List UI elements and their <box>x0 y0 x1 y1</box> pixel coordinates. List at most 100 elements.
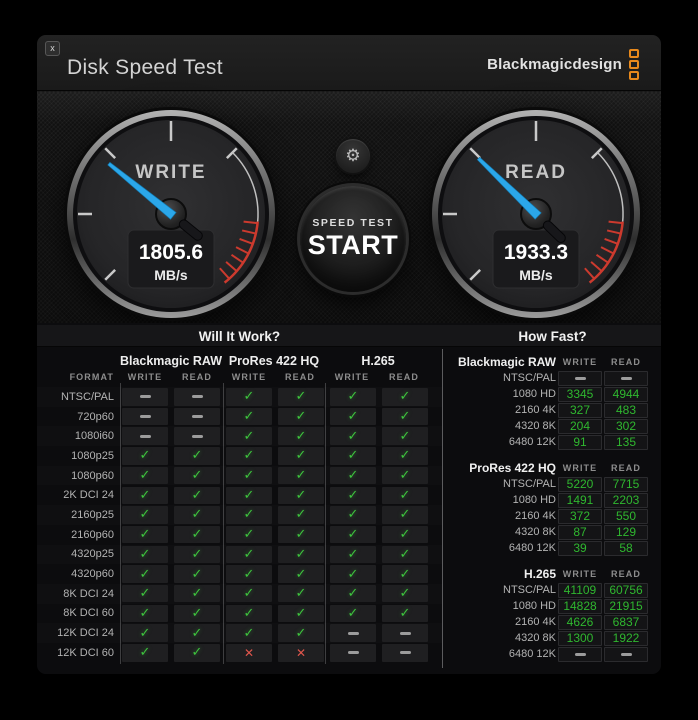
status-cell: ✓ <box>382 525 428 544</box>
start-button-subtitle: SPEED TEST <box>312 217 394 229</box>
speed-value-cell: 135 <box>604 434 648 450</box>
speed-value-cell: 302 <box>604 418 648 434</box>
status-cell: ✓ <box>226 506 272 524</box>
check-icon: ✓ <box>347 507 359 523</box>
status-cell: ✓ <box>226 427 272 445</box>
speed-value-cell: 14828 <box>558 598 602 614</box>
write-header: WRITE <box>127 372 163 382</box>
check-icon: ✓ <box>139 625 151 641</box>
format-label: 4320p25 <box>71 548 114 561</box>
read-gauge: READ 1933.3 MB/s <box>426 104 646 324</box>
write-header: WRITE <box>334 372 370 382</box>
status-cell: ✓ <box>278 447 324 465</box>
status-cell: ✓ <box>226 604 272 623</box>
status-cell: ✓ <box>122 584 168 603</box>
status-cell: ✓ <box>330 427 376 445</box>
table-row: 6480 12K <box>442 646 661 662</box>
read-header: READ <box>389 372 419 382</box>
format-label: 4320p60 <box>71 568 114 581</box>
status-cell: ✓ <box>330 545 376 564</box>
check-icon: ✓ <box>191 605 203 621</box>
close-button[interactable]: x <box>45 41 60 56</box>
status-cell: ✓ <box>122 644 168 662</box>
dash-icon <box>620 652 632 656</box>
check-icon: ✓ <box>191 527 203 543</box>
speed-value-cell: 483 <box>604 402 648 418</box>
speed-value-cell: 4944 <box>604 386 648 402</box>
table-row: 12K DCI 24 ✓ ✓ ✓ ✓ <box>37 623 442 643</box>
format-label: NTSC/PAL <box>61 390 114 403</box>
check-icon: ✓ <box>191 448 203 464</box>
check-icon: ✓ <box>347 566 359 582</box>
check-icon: ✓ <box>399 448 411 464</box>
status-cell: ✓ <box>278 407 324 426</box>
status-cell: ✓ <box>226 407 272 426</box>
speed-value-cell: 58 <box>604 540 648 556</box>
format-label: 1080 HD <box>512 388 556 400</box>
status-cell: ✓ <box>330 604 376 623</box>
codec-name: Blackmagic RAW <box>119 354 223 368</box>
format-label: 2160 4K <box>515 616 556 628</box>
speed-value-cell: 3345 <box>558 386 602 402</box>
check-icon: ✓ <box>139 546 151 562</box>
table-row: 2160p25 ✓ ✓ ✓ ✓ ✓ ✓ <box>37 505 442 525</box>
status-cell: ✓ <box>122 447 168 465</box>
format-label: NTSC/PAL <box>503 372 556 384</box>
check-icon: ✓ <box>295 468 307 484</box>
dash-icon <box>620 376 632 380</box>
check-icon: ✓ <box>347 468 359 484</box>
speed-value-cell <box>604 646 648 662</box>
status-cell: ✓ <box>382 545 428 564</box>
settings-button[interactable]: ⚙ <box>336 139 370 173</box>
status-cell: ✓ <box>278 466 324 485</box>
status-cell <box>122 407 168 426</box>
speed-value-cell: 372 <box>558 508 602 524</box>
status-cell: ✓ <box>330 486 376 505</box>
codec-name: Blackmagic RAW <box>457 355 556 369</box>
read-header: READ <box>285 372 315 382</box>
dash-icon <box>139 415 151 419</box>
status-cell: ✓ <box>174 644 220 662</box>
gauge-label: READ <box>505 162 567 183</box>
status-cell <box>122 388 168 406</box>
format-label: 6480 12K <box>508 542 556 554</box>
table-row: 1080p25 ✓ ✓ ✓ ✓ ✓ ✓ <box>37 446 442 466</box>
check-icon: ✓ <box>399 428 411 444</box>
check-icon: ✓ <box>347 487 359 503</box>
format-label: 2160p60 <box>71 528 114 541</box>
gauge-value: 1805.6 <box>139 241 203 264</box>
format-label: 2160 4K <box>515 510 556 522</box>
write-header: WRITE <box>231 372 267 382</box>
status-cell: ✓ <box>382 407 428 426</box>
codec-name: H.265 <box>523 567 556 581</box>
table-row: NTSC/PAL ✓ ✓ ✓ ✓ <box>37 387 442 407</box>
format-label: 6480 12K <box>508 648 556 660</box>
status-cell: ✓ <box>330 388 376 406</box>
logo-text: Blackmagicdesign <box>487 55 622 73</box>
logo-squares-icon <box>629 48 639 80</box>
status-cell: ✓ <box>278 624 324 642</box>
start-button[interactable]: SPEED TEST START <box>300 186 406 292</box>
table-row: 6480 12K 39 58 <box>442 540 661 556</box>
table-row: 4320 8K 87 129 <box>442 524 661 540</box>
status-cell: ✓ <box>226 584 272 603</box>
speed-value-cell: 1300 <box>558 630 602 646</box>
check-icon: ✓ <box>191 645 203 661</box>
status-cell: ✓ <box>382 388 428 406</box>
check-icon: ✓ <box>347 448 359 464</box>
speed-value-cell: 4626 <box>558 614 602 630</box>
status-cell: ✓ <box>330 466 376 485</box>
status-cell: ✓ <box>174 447 220 465</box>
check-icon: ✓ <box>399 507 411 523</box>
write-header: WRITE <box>562 357 598 367</box>
write-gauge: WRITE 1805.6 MB/s <box>61 104 281 324</box>
check-icon: ✓ <box>139 468 151 484</box>
table-row: NTSC/PAL 41109 60756 <box>442 582 661 598</box>
status-cell: ✓ <box>330 525 376 544</box>
gauge-panel: WRITE 1805.6 MB/s READ 1933.3 MB/s ⚙ SPEED T… <box>37 91 661 323</box>
status-cell: ✓ <box>278 604 324 623</box>
format-label: 1080 HD <box>512 494 556 506</box>
check-icon: ✓ <box>243 546 255 562</box>
status-cell: ✕ <box>226 644 272 662</box>
status-cell: ✓ <box>278 565 324 583</box>
